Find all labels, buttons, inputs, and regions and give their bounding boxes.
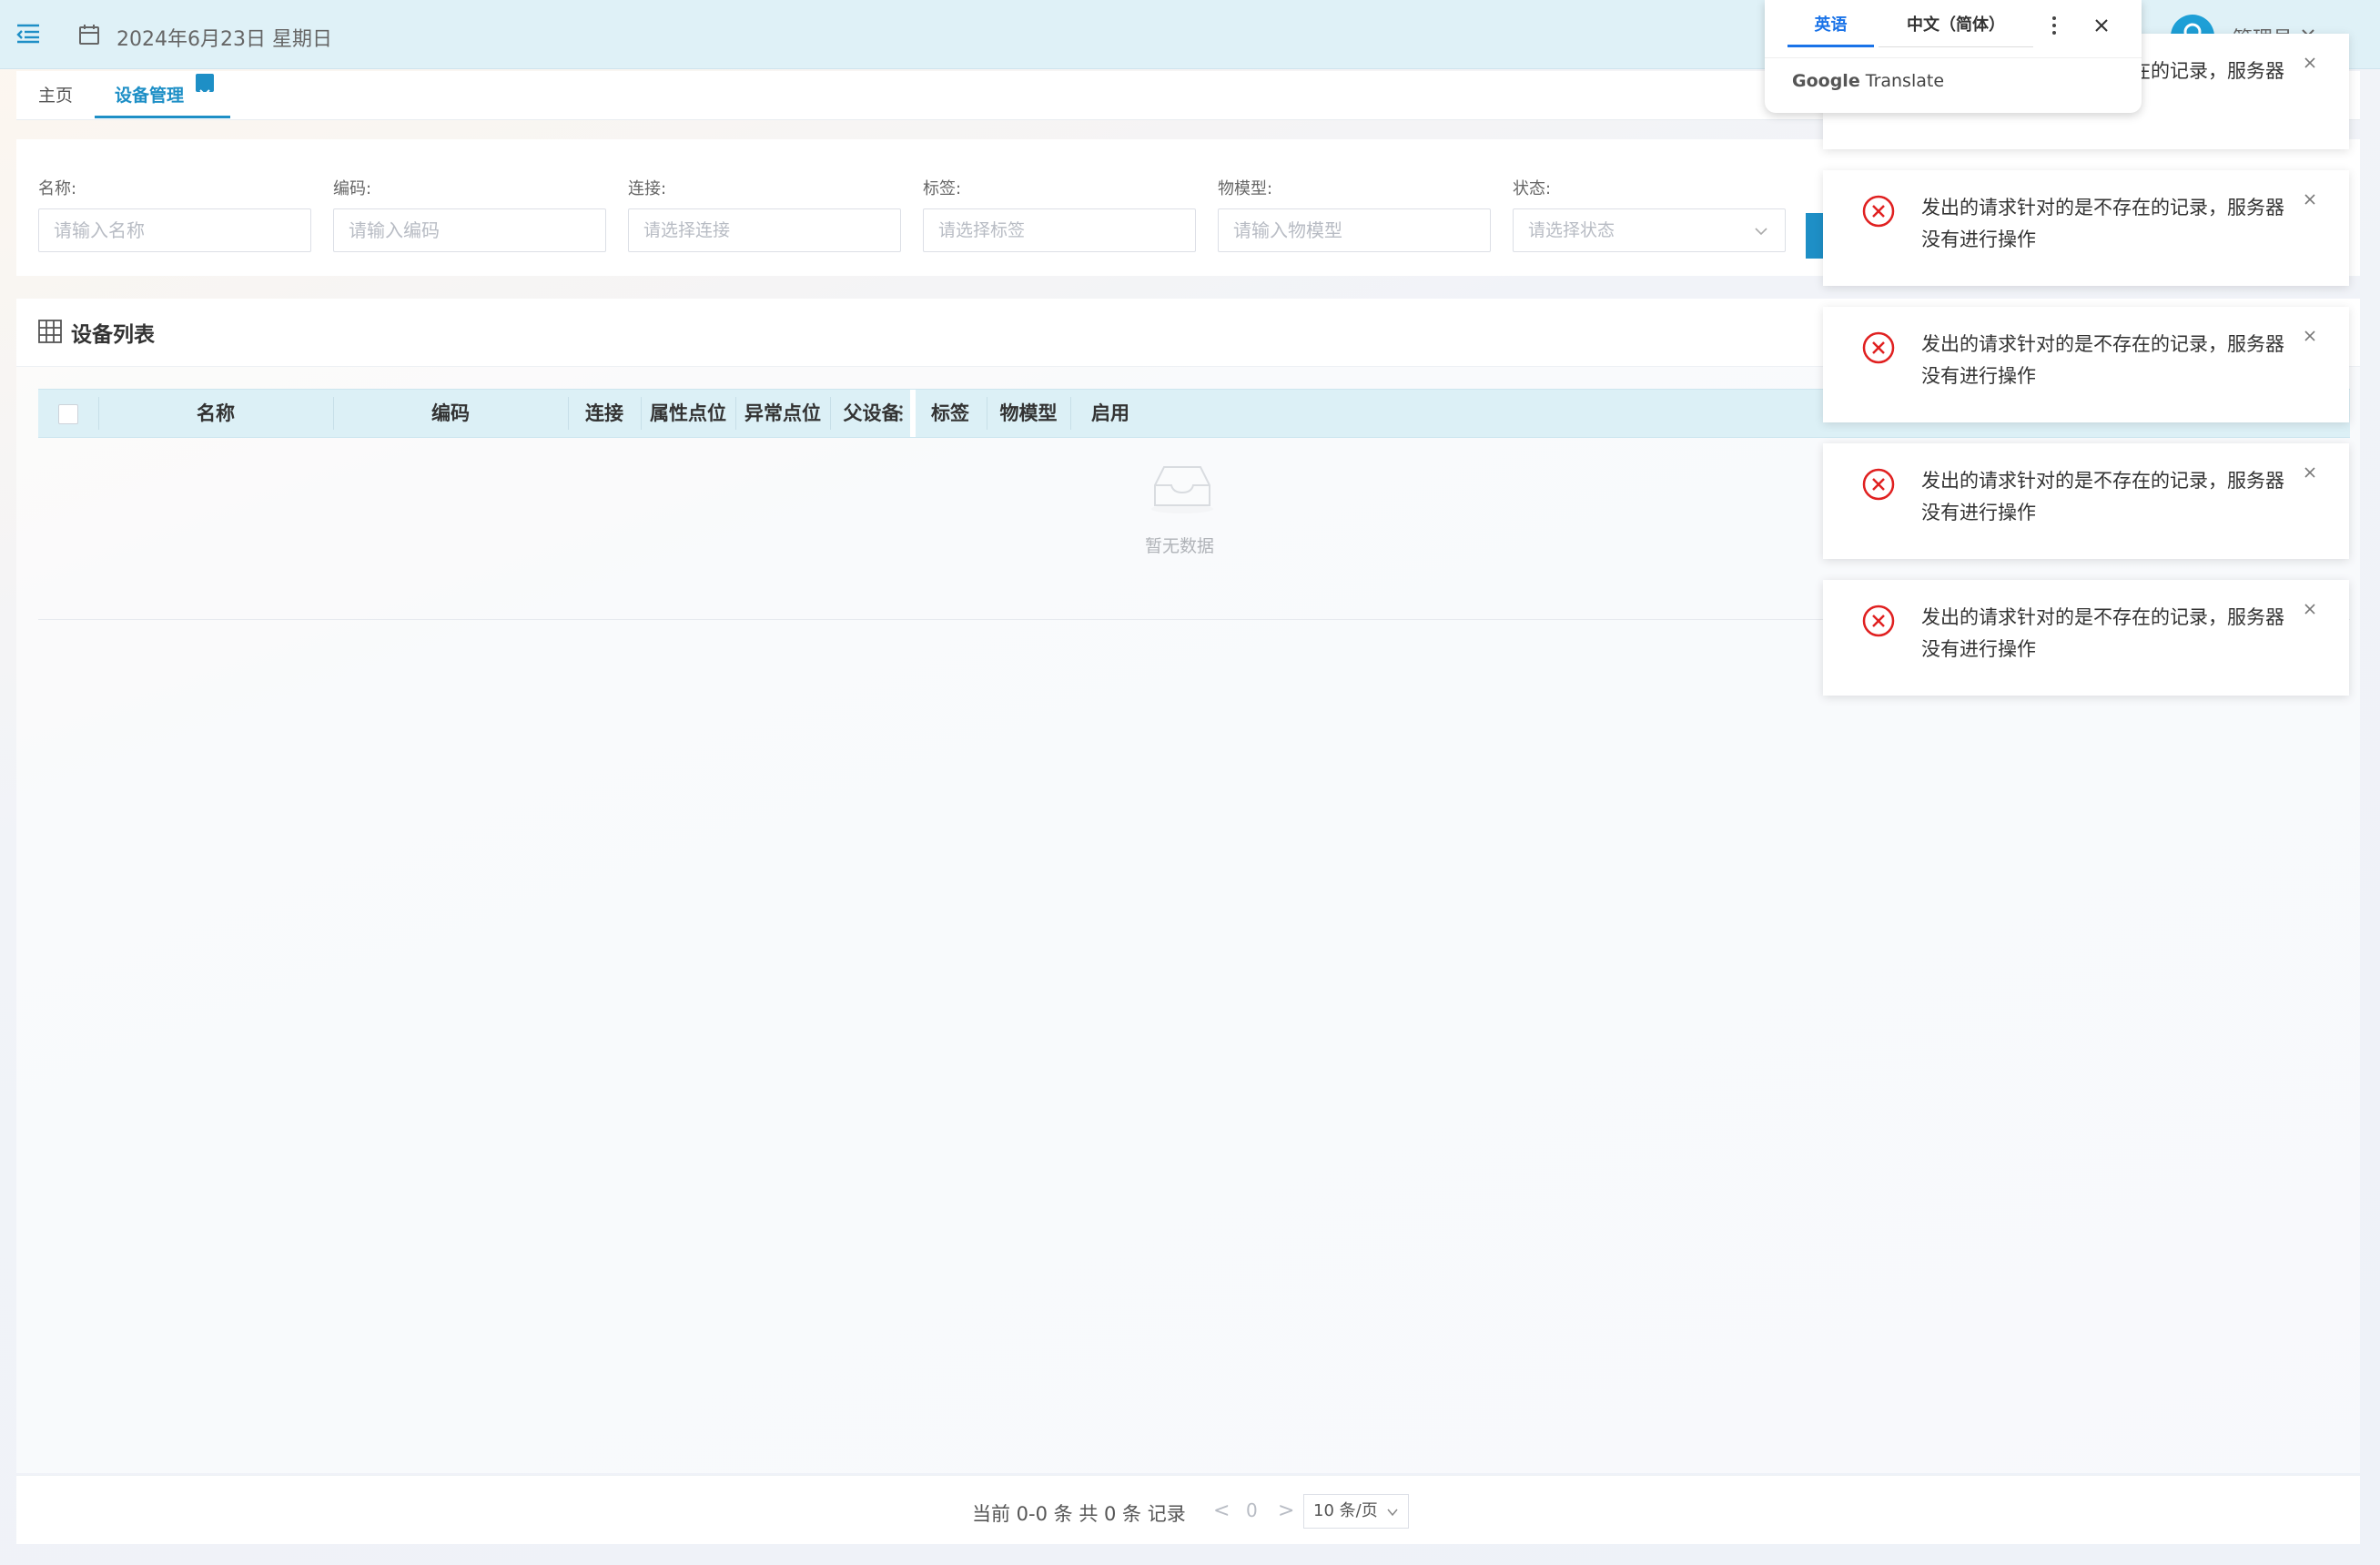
close-icon[interactable] bbox=[2303, 329, 2317, 343]
column-code[interactable]: 编码 bbox=[333, 390, 568, 437]
tab-home[interactable]: 主页 bbox=[38, 71, 73, 120]
page-number[interactable]: 0 bbox=[1246, 1499, 1258, 1521]
column-connection[interactable]: 连接 bbox=[568, 390, 641, 437]
page-size-label: 10 条/页 bbox=[1313, 1501, 1378, 1520]
inbox-empty-icon bbox=[1151, 466, 1213, 513]
grid-icon bbox=[38, 320, 62, 343]
more-vertical-icon[interactable] bbox=[898, 404, 904, 422]
chevron-down-icon bbox=[1387, 1509, 1398, 1517]
name-label: 名称: bbox=[38, 179, 77, 198]
column-attribute-points[interactable]: 属性点位 bbox=[641, 390, 735, 437]
column-tags[interactable]: 标签 bbox=[914, 390, 987, 437]
select-all-checkbox[interactable] bbox=[58, 404, 78, 424]
current-date: 2024年6月23日 星期日 bbox=[116, 28, 332, 51]
google-translate-popup: 英语 中文（简体） Google Translate bbox=[1765, 0, 2142, 113]
close-icon[interactable] bbox=[2303, 602, 2317, 616]
close-icon[interactable] bbox=[2092, 16, 2111, 35]
error-toast: 发出的请求针对的是不存在的记录，服务器没有进行操作 bbox=[1823, 170, 2349, 286]
column-thing-model[interactable]: 物模型 bbox=[987, 390, 1070, 437]
calendar-icon bbox=[79, 25, 99, 45]
error-circle-icon bbox=[1862, 195, 1895, 228]
pagination: 当前 0-0 条 共 0 条 记录 < 0 > 10 条/页 bbox=[16, 1475, 2360, 1544]
list-title: 设备列表 bbox=[71, 323, 155, 347]
more-vertical-icon[interactable] bbox=[2051, 15, 2058, 36]
tag-select[interactable]: 请选择标签 bbox=[923, 208, 1196, 252]
tab-close-icon[interactable] bbox=[195, 74, 214, 100]
error-circle-icon bbox=[1862, 331, 1895, 364]
column-abnormal-points[interactable]: 异常点位 bbox=[735, 390, 830, 437]
error-toast: 发出的请求针对的是不存在的记录，服务器没有进行操作 bbox=[1823, 580, 2349, 696]
code-input[interactable]: 请输入编码 bbox=[333, 208, 606, 252]
next-page-button[interactable]: > bbox=[1278, 1499, 1294, 1522]
google-wordmark: Google bbox=[1792, 71, 1860, 91]
translate-tab-target[interactable]: 中文（简体） bbox=[1879, 0, 2033, 47]
tab-device-management[interactable]: 设备管理 bbox=[95, 71, 230, 118]
error-circle-icon bbox=[1862, 468, 1895, 501]
model-input[interactable]: 请输入物模型 bbox=[1218, 208, 1491, 252]
error-toast: 发出的请求针对的是不存在的记录，服务器没有进行操作 bbox=[1823, 443, 2349, 559]
column-name[interactable]: 名称 bbox=[98, 390, 333, 437]
toast-message: 发出的请求针对的是不存在的记录，服务器没有进行操作 bbox=[1921, 333, 2284, 387]
close-icon[interactable] bbox=[2303, 192, 2317, 207]
menu-fold-icon[interactable] bbox=[16, 24, 40, 44]
toast-message: 发出的请求针对的是不存在的记录，服务器没有进行操作 bbox=[1921, 470, 2284, 523]
toast-message: 发出的请求针对的是不存在的记录，服务器没有进行操作 bbox=[1921, 606, 2284, 660]
google-translate-brand: Google Translate bbox=[1792, 71, 1944, 91]
status-placeholder: 请选择状态 bbox=[1528, 220, 1615, 240]
close-icon[interactable] bbox=[2303, 56, 2317, 70]
page-size-select[interactable]: 10 条/页 bbox=[1303, 1494, 1409, 1529]
connection-label: 连接: bbox=[628, 179, 667, 198]
translate-tabs: 英语 中文（简体） bbox=[1765, 0, 2142, 58]
translate-wordmark: Translate bbox=[1865, 71, 1945, 91]
error-circle-icon bbox=[1862, 605, 1895, 637]
prev-page-button[interactable]: < bbox=[1213, 1499, 1230, 1522]
tag-label: 标签: bbox=[923, 179, 962, 198]
status-select[interactable]: 请选择状态 bbox=[1513, 208, 1786, 252]
column-enabled[interactable]: 启用 bbox=[1070, 390, 1150, 437]
error-toast: 发出的请求针对的是不存在的记录，服务器没有进行操作 bbox=[1823, 307, 2349, 422]
toast-message: 发出的请求针对的是不存在的记录，服务器没有进行操作 bbox=[1921, 197, 2284, 250]
chevron-down-icon bbox=[1755, 228, 1767, 236]
model-label: 物模型: bbox=[1218, 179, 1273, 198]
empty-text: 暂无数据 bbox=[1145, 536, 1215, 556]
code-label: 编码: bbox=[333, 179, 372, 198]
pagination-info: 当前 0-0 条 共 0 条 记录 bbox=[972, 1503, 1186, 1525]
name-input[interactable]: 请输入名称 bbox=[38, 208, 311, 252]
status-label: 状态: bbox=[1513, 179, 1552, 198]
tab-device-label: 设备管理 bbox=[115, 86, 185, 106]
connection-select[interactable]: 请选择连接 bbox=[628, 208, 901, 252]
close-icon[interactable] bbox=[2303, 465, 2317, 480]
translate-tab-source[interactable]: 英语 bbox=[1788, 0, 1874, 47]
